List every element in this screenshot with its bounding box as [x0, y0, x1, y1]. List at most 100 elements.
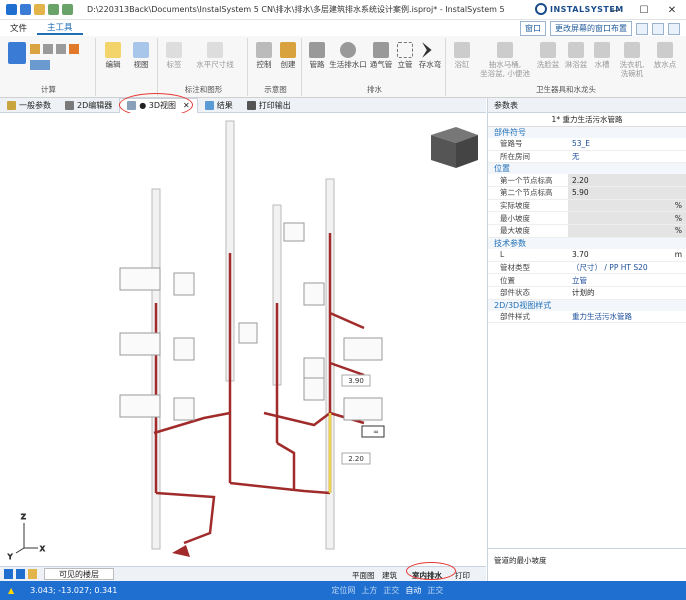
riser-button[interactable]: 立管 [394, 42, 416, 69]
folder-icon[interactable] [34, 4, 45, 15]
tab-general[interactable]: 一般参数 [0, 98, 58, 113]
warning-icon[interactable]: ▲ [8, 586, 14, 595]
sink-button[interactable]: 水槽 [590, 42, 614, 69]
prop-value[interactable]: % [568, 225, 686, 237]
prop-value[interactable]: 计划的 [568, 287, 686, 299]
edit-button[interactable]: 编辑 [100, 42, 126, 69]
settings-icon[interactable] [56, 44, 66, 54]
create-button[interactable]: 创建 [276, 42, 300, 69]
coords-readout: 3.043; -13.027; 0.341 [30, 586, 118, 595]
row-pipe-no[interactable]: 管路号 53_E [488, 138, 686, 151]
arrow-up-icon[interactable] [4, 569, 13, 579]
tab-print[interactable]: 打印输出 [240, 98, 298, 113]
row-state[interactable]: 部件状态 计划的 [488, 287, 686, 300]
section-position[interactable]: 位置 [488, 163, 686, 175]
row-min-slope[interactable]: 最小坡度% [488, 212, 686, 226]
pipe-icon [309, 42, 325, 58]
control-button[interactable]: 控制 [252, 42, 276, 69]
prop-value[interactable]: % [568, 212, 686, 225]
trap-button[interactable]: 存水弯 [416, 42, 444, 69]
help-icon[interactable] [668, 22, 680, 35]
document-icon[interactable] [8, 42, 26, 64]
chevron-right-icon [422, 42, 432, 58]
tab-print-bottom[interactable]: 打印 [455, 570, 470, 581]
prop-value[interactable]: 无 [568, 151, 686, 163]
menu-file[interactable]: 文件 [0, 22, 37, 34]
calc-icon[interactable] [30, 44, 40, 54]
prop-value[interactable]: 3.70 m [568, 249, 686, 261]
row-place[interactable]: 位置 立管 [488, 274, 686, 287]
tab-plan[interactable]: 平面图 [352, 570, 375, 581]
filter-icon[interactable] [28, 569, 37, 579]
shower-button[interactable]: 淋浴盆 [562, 42, 590, 69]
prop-value[interactable]: % [568, 199, 686, 212]
row-length[interactable]: L 3.70 m [488, 249, 686, 262]
status-toggle-grid[interactable]: 定位网 [331, 585, 355, 596]
save-icon[interactable] [20, 4, 31, 15]
section-tech[interactable]: 技术参数 [488, 237, 686, 249]
row-node1[interactable]: 第一个节点标高 2.20 [488, 174, 686, 188]
prop-value[interactable]: 立管 [568, 274, 686, 286]
prop-value[interactable]: 53_E [568, 138, 686, 150]
bathtub-button[interactable]: 浴缸 [450, 42, 474, 69]
toilet-button[interactable]: 抽水马桶, 坐浴盆, 小便池 [476, 42, 534, 78]
prop-value[interactable]: （尺寸） / PP HT S20 [568, 262, 686, 274]
row-slope[interactable]: 实际坡度% [488, 199, 686, 213]
toilet-icon [497, 42, 513, 58]
pipe-button[interactable]: 管路 [306, 42, 328, 69]
tab-indoor-drain[interactable]: 室内排水 [412, 570, 442, 581]
floors-dropdown[interactable]: 可见的楼层 [44, 568, 114, 580]
nav-cube[interactable] [431, 127, 478, 168]
flame-icon[interactable] [69, 44, 79, 54]
tab-label: 结果 [216, 100, 233, 110]
tab-results[interactable]: 结果 [198, 98, 240, 113]
vent-label: 通气管 [369, 60, 393, 69]
tab-2d-editor[interactable]: 2D编辑器 [58, 98, 119, 113]
prop-value[interactable]: 2.20 [568, 174, 686, 187]
tab-building[interactable]: 建筑 [382, 570, 397, 581]
section-part[interactable]: 部件符号 [488, 127, 686, 138]
table-icon[interactable] [30, 60, 50, 70]
row-room[interactable]: 所在房间 无 [488, 151, 686, 164]
status-toggle-ortho[interactable]: 正交 [383, 585, 399, 596]
row-node2[interactable]: 第二个节点标高 5.90 [488, 187, 686, 200]
status-toggle-top[interactable]: 上方 [361, 585, 377, 596]
undo-icon[interactable] [48, 4, 59, 15]
layout-reset-icon[interactable] [652, 22, 664, 35]
minimize-button[interactable]: — [602, 0, 630, 20]
3d-viewport[interactable]: 3.90 ∞ 2.20 Z X Y [4, 113, 484, 567]
layout-save-icon[interactable] [636, 22, 648, 35]
row-style[interactable]: 部件样式 重力生活污水管路 [488, 311, 686, 324]
status-toggle-ortho2[interactable]: 正交 [427, 585, 443, 596]
window-dropdown[interactable]: 窗口 [520, 21, 546, 36]
tap-button[interactable]: 放水点 [650, 42, 680, 69]
vent-button[interactable]: 通气管 [368, 42, 394, 69]
prop-value[interactable]: 5.90 [568, 187, 686, 199]
row-pipe-type[interactable]: 管材类型 （尺寸） / PP HT S20 [488, 262, 686, 275]
close-button[interactable]: ✕ [658, 0, 686, 20]
drainage-3d-model[interactable]: 3.90 ∞ 2.20 Z X Y [4, 113, 484, 567]
axis-z-label: Z [21, 513, 26, 521]
cleanout-button[interactable]: 生活排水口 [328, 42, 368, 69]
view-button[interactable]: 视图 [128, 42, 154, 69]
redo-icon[interactable] [62, 4, 73, 15]
dim-button[interactable]: 水平尺寸线 [186, 42, 244, 69]
ribbon-group-edit: 编辑 视图 [98, 38, 158, 96]
status-bar: ▲ 3.043; -13.027; 0.341 定位网 上方 正交 自动 正交 [0, 581, 686, 600]
pipe-label: 管路 [309, 60, 325, 69]
basin-button[interactable]: 洗脸盆 [534, 42, 562, 69]
bathtub-label: 浴缸 [454, 60, 470, 69]
close-tab-icon[interactable]: ✕ [183, 101, 190, 110]
tab-3d-view[interactable]: ● 3D视图 ✕ [119, 97, 198, 113]
prop-value[interactable]: 重力生活污水管路 [568, 311, 686, 323]
row-max-slope[interactable]: 最大坡度% [488, 225, 686, 238]
washer-button[interactable]: 洗衣机, 洗碗机 [614, 42, 650, 78]
section-style[interactable]: 2D/3D视图样式 [488, 299, 686, 311]
maximize-button[interactable]: ☐ [630, 0, 658, 20]
mark-button[interactable]: 标签 [162, 42, 186, 69]
menu-home[interactable]: 主工具 [37, 21, 83, 35]
gear-icon[interactable] [43, 44, 53, 54]
status-toggle-auto[interactable]: 自动 [405, 585, 421, 596]
layout-dropdown[interactable]: 更改屏幕的窗口布置 [550, 21, 632, 36]
arrow-down-icon[interactable] [16, 569, 25, 579]
